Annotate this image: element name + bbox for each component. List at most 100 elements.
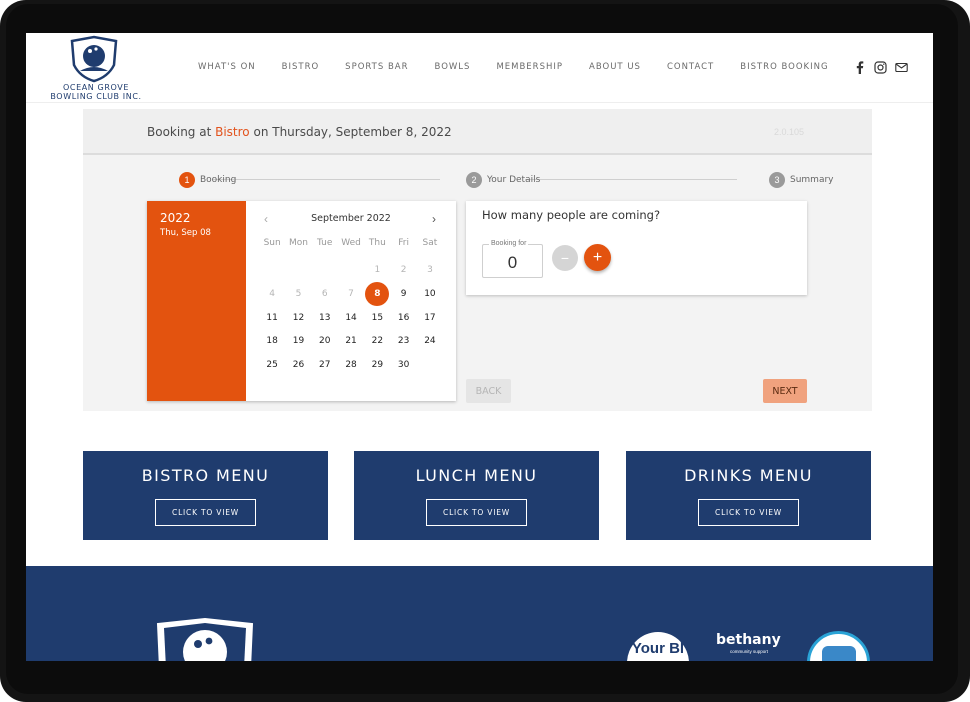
booking-venue: Bistro [215,125,250,139]
calendar-day[interactable]: 23 [390,329,416,353]
decrement-button[interactable]: − [552,245,578,271]
calendar-day[interactable]: 16 [390,306,416,330]
nav-item-membership[interactable]: MEMBERSHIP [496,62,563,72]
booking-title: Booking at Bistro on Thursday, September… [147,125,452,139]
calendar-day-label: 14 [345,312,357,323]
weekday-header: Thu [368,238,386,248]
mail-icon[interactable] [894,60,908,74]
nav-item-bistro[interactable]: BISTRO [282,62,320,72]
calendar-blank [338,259,364,283]
stepper-connector [525,179,737,180]
main-nav: WHAT'S ON BISTRO SPORTS BAR BOWLS MEMBER… [198,62,855,72]
calendar-day-label: 2 [400,265,407,276]
club-name-line1: OCEAN GROVE [63,83,129,92]
calendar-day-label: 20 [319,336,331,347]
calendar-day[interactable]: 13 [312,306,338,330]
partner-logo-bethany[interactable]: bethany [716,632,781,648]
calendar-blank [259,259,285,283]
weekday-header: Sun [263,238,281,248]
facebook-icon[interactable] [852,60,866,74]
calendar-day-label: 3 [427,265,433,276]
calendar-day[interactable]: 9 [390,282,416,306]
booking-header: Booking at Bistro on Thursday, September… [83,109,872,155]
calendar-day[interactable]: 17 [417,306,443,330]
club-logo[interactable]: OCEAN GROVE BOWLING CLUB INC. [48,35,144,101]
calendar-day[interactable]: 12 [285,306,311,330]
nav-item-contact[interactable]: CONTACT [667,62,714,72]
step-label: Booking [200,175,237,185]
back-button[interactable]: BACK [466,379,511,403]
calendar-day[interactable]: 15 [364,306,390,330]
lunch-menu-card: LUNCH MENU CLICK TO VIEW [354,451,599,540]
calendar-day[interactable]: 14 [338,306,364,330]
step-summary: 3 Summary [769,172,834,188]
calendar-day[interactable]: 10 [417,282,443,306]
bistro-menu-card: BISTRO MENU CLICK TO VIEW [83,451,328,540]
booking-title-date: on Thursday, September 8, 2022 [249,125,452,139]
calendar-day-label: 8 [365,281,390,306]
booking-widget: Booking at Bistro on Thursday, September… [83,109,872,411]
nav-item-about-us[interactable]: ABOUT US [589,62,641,72]
step-label: Summary [790,175,834,185]
calendar-day-label: 29 [371,359,384,370]
drinks-menu-card: DRINKS MENU CLICK TO VIEW [626,451,871,540]
weekday-header: Fri [398,238,409,248]
chevron-right-icon[interactable]: › [426,211,442,227]
calendar-day: 3 [417,259,443,283]
calendar-day-selected[interactable]: 8 [364,281,390,306]
partner-logo-your[interactable]: Your Bl [627,632,689,661]
calendar-blank [312,259,338,283]
instagram-icon[interactable] [873,60,887,74]
calendar-day[interactable]: 21 [338,329,364,353]
calendar-day[interactable]: 25 [259,353,285,377]
calendar-day-label: 27 [319,359,331,370]
increment-button[interactable]: + [584,244,611,271]
stepper: 1 Booking 2 Your Details 3 Summary [153,172,834,188]
site-header: OCEAN GROVE BOWLING CLUB INC. WHAT'S ON … [26,33,933,103]
nav-item-sports-bar[interactable]: SPORTS BAR [345,62,408,72]
nav-item-whats-on[interactable]: WHAT'S ON [198,62,256,72]
bowling-shield-icon [156,618,254,661]
nav-item-bistro-booking[interactable]: BISTRO BOOKING [740,62,828,72]
step-number: 1 [179,172,195,188]
view-drinks-menu-button[interactable]: CLICK TO VIEW [698,499,799,526]
calendar-day-label: 19 [292,336,305,347]
calendar-day: 4 [259,282,285,306]
selected-year[interactable]: 2022 [160,211,191,225]
calendar-day[interactable]: 30 [390,353,416,377]
view-bistro-menu-button[interactable]: CLICK TO VIEW [155,499,256,526]
date-picker: 2022 Thu, Sep 08 ‹ September 2022 › Sun M… [147,201,456,401]
calendar-day-label: 28 [345,359,357,370]
party-size-question: How many people are coming? [482,208,661,222]
view-lunch-menu-button[interactable]: CLICK TO VIEW [426,499,527,526]
stepper-connector [213,179,440,180]
calendar-day[interactable]: 27 [312,353,338,377]
calendar-day[interactable]: 18 [259,329,285,353]
calendar-day: 2 [390,259,416,283]
browser-viewport: OCEAN GROVE BOWLING CLUB INC. WHAT'S ON … [26,33,933,661]
nav-item-bowls[interactable]: BOWLS [435,62,471,72]
calendar-day: 5 [285,282,311,306]
calendar-body: ‹ September 2022 › Sun Mon Tue Wed Thu Fri Sat… [246,201,456,401]
calendar-day[interactable]: 11 [259,306,285,330]
calendar-day[interactable]: 24 [417,329,443,353]
calendar-day[interactable]: 29 [364,353,390,377]
step-label: Your Details [487,175,541,185]
party-size-label: Booking for [489,240,529,247]
calendar-day-label: 26 [292,359,305,370]
calendar-day[interactable]: 20 [312,329,338,353]
calendar-day[interactable]: 22 [364,329,390,353]
step-booking: 1 Booking [179,172,236,188]
next-button[interactable]: NEXT [763,379,807,403]
site-footer: Your Bl bethany community support [26,566,933,661]
calendar-day[interactable]: 28 [338,353,364,377]
partner-logo-badge[interactable] [807,631,870,661]
calendar-day-label: 15 [371,312,384,323]
calendar-day-label: 18 [266,336,278,347]
party-size-field[interactable]: Booking for 0 [482,240,543,278]
weekday-header: Mon [288,238,308,248]
calendar-day[interactable]: 19 [285,329,311,353]
calendar-day-label: 16 [397,312,410,323]
booking-title-prefix: Booking at [147,125,216,139]
calendar-day[interactable]: 26 [285,353,311,377]
